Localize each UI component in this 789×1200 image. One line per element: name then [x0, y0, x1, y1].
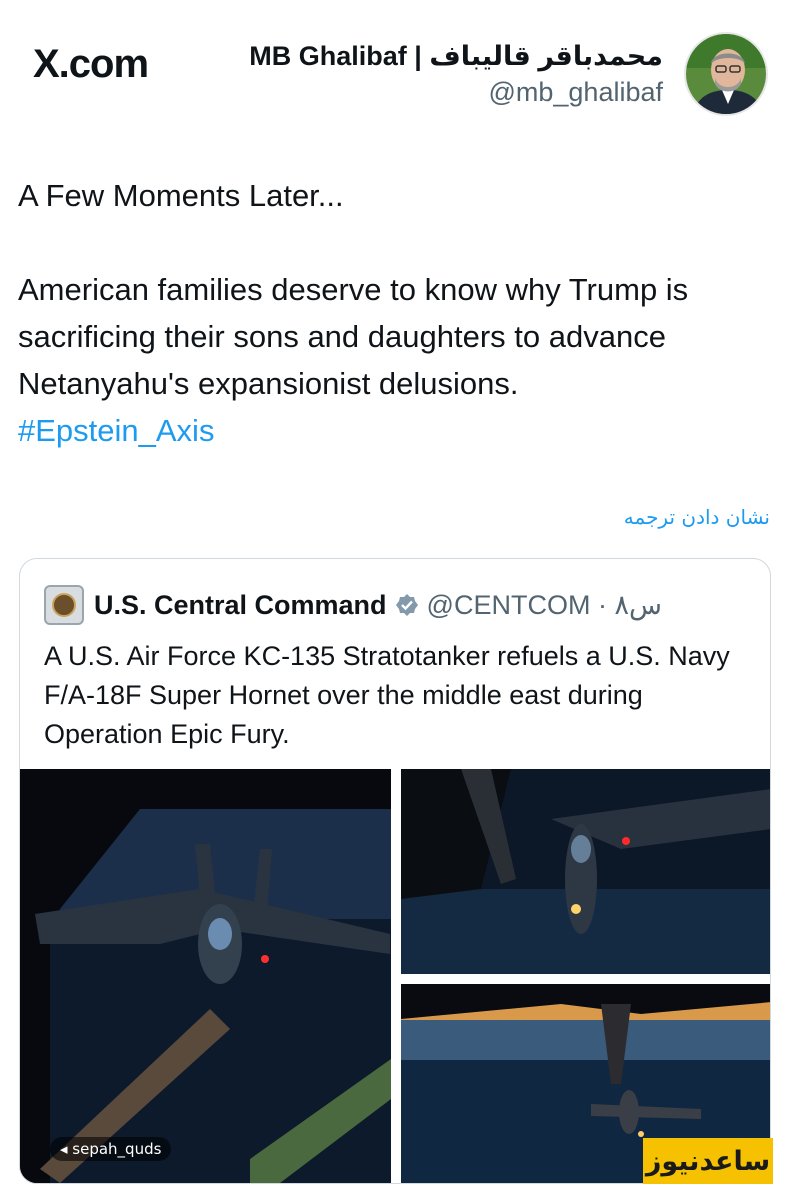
hashtag-link[interactable]: #Epstein_Axis: [18, 407, 778, 454]
centcom-seal-icon: [52, 593, 76, 617]
jet-refuel-photo-1: [20, 769, 391, 1183]
quoted-post-header: U.S. Central Command @CENTCOM · ۸س: [44, 585, 662, 625]
jet-refuel-photo-2: [401, 769, 770, 974]
site-logo: X.com: [33, 42, 149, 86]
media-image-2[interactable]: [401, 769, 770, 974]
centcom-avatar[interactable]: [44, 585, 84, 625]
author-avatar[interactable]: [684, 32, 768, 116]
avatar-photo: [686, 34, 766, 114]
media-watermark: ◂ sepah_quds: [50, 1137, 172, 1161]
post-body: American families deserve to know why Tr…: [18, 272, 689, 401]
show-translation-link[interactable]: نشان دادن ترجمه: [624, 505, 770, 529]
media-image-1[interactable]: ◂ sepah_quds: [20, 769, 391, 1183]
post-text: A Few Moments Later... American families…: [18, 172, 778, 454]
author-handle[interactable]: @mb_ghalibaf: [249, 74, 663, 110]
quoted-author-name[interactable]: U.S. Central Command: [94, 590, 387, 621]
site-watermark-badge: ساعدنیوز: [643, 1138, 773, 1184]
quoted-post[interactable]: U.S. Central Command @CENTCOM · ۸س A U.S…: [19, 558, 771, 1184]
quoted-post-text: A U.S. Air Force KC-135 Stratotanker ref…: [44, 641, 730, 749]
author-info: MB Ghalibaf | محمدباقر قالیباف @mb_ghali…: [249, 38, 663, 110]
author-name[interactable]: MB Ghalibaf | محمدباقر قالیباف: [249, 38, 663, 74]
post-line-1: A Few Moments Later...: [18, 178, 344, 213]
media-grid: ◂ sepah_quds: [20, 769, 770, 1183]
quoted-author-handle[interactable]: @CENTCOM · ۸س: [427, 590, 662, 621]
verified-badge-icon: [395, 594, 418, 616]
